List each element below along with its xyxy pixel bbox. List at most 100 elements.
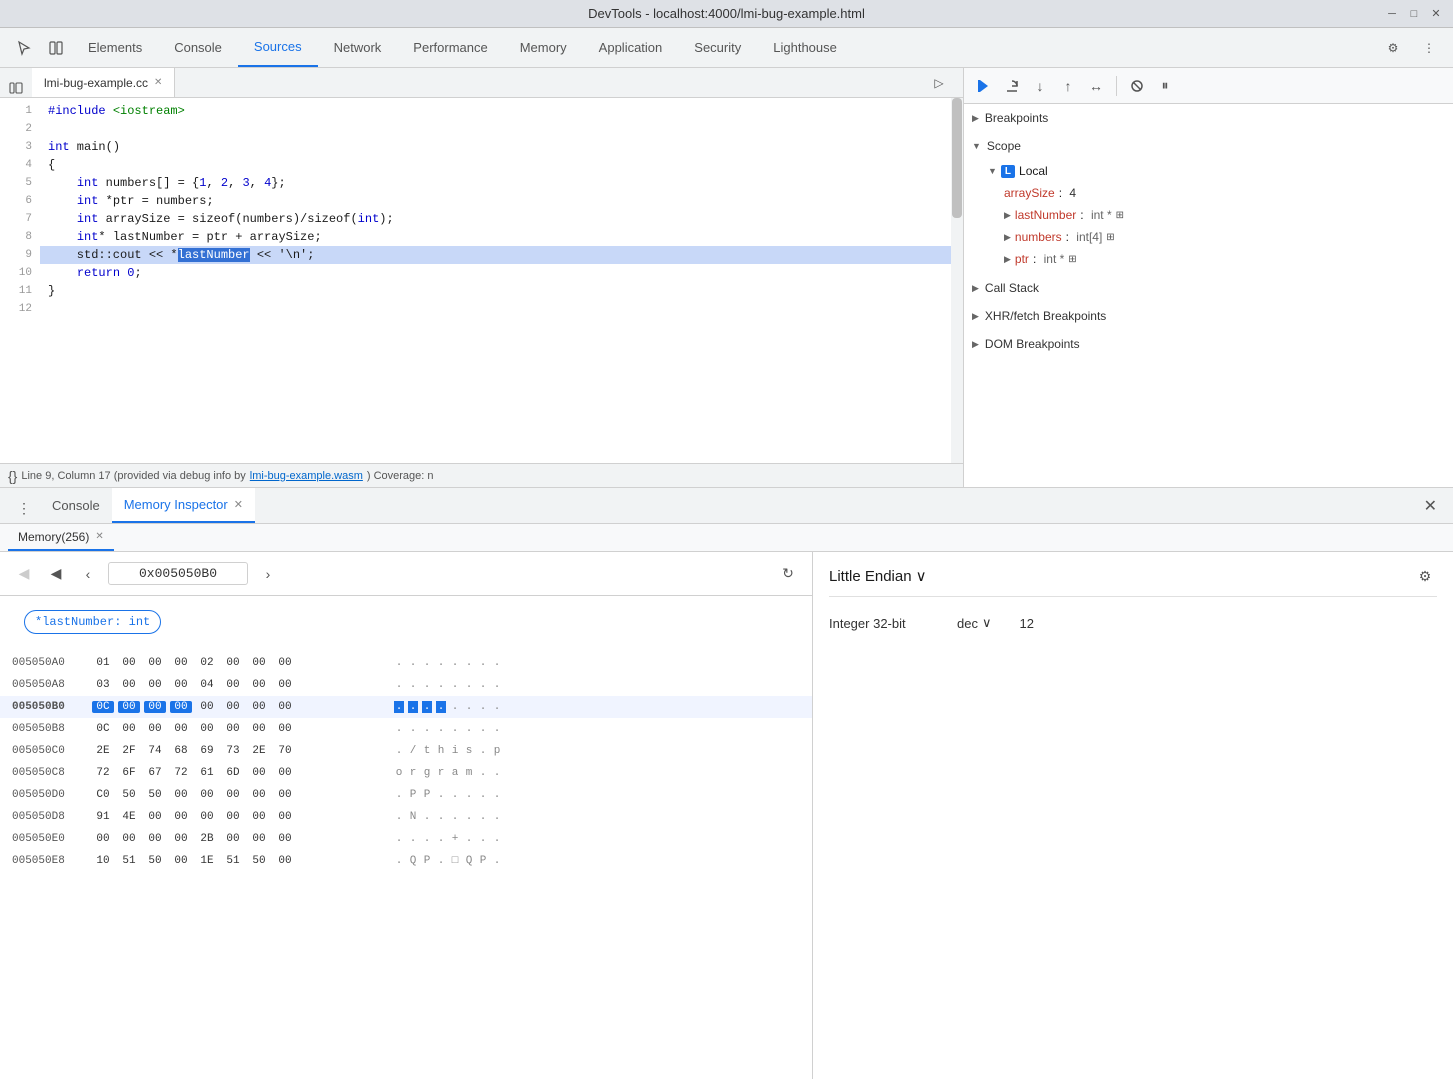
arraysize-key: arraySize bbox=[1004, 186, 1055, 200]
xhr-header[interactable]: ▶ XHR/fetch Breakpoints bbox=[964, 302, 1453, 330]
tab-sources[interactable]: Sources bbox=[238, 28, 318, 67]
mem-highlight-container: *lastNumber: int bbox=[0, 596, 812, 648]
console-tab-label: Console bbox=[52, 498, 100, 513]
maximize-button[interactable]: □ bbox=[1407, 7, 1421, 21]
lastnumber-sep: : bbox=[1080, 208, 1087, 222]
hex-ascii: ........ bbox=[394, 679, 502, 691]
bottom-tab-console[interactable]: Console bbox=[40, 488, 112, 523]
scope-numbers[interactable]: ▶ numbers : int[4] ⊞ bbox=[1000, 226, 1445, 248]
numbers-expand[interactable]: ▶ bbox=[1004, 232, 1011, 243]
mem-highlight-label: *lastNumber: int bbox=[24, 610, 161, 634]
xhr-label: XHR/fetch Breakpoints bbox=[985, 309, 1106, 323]
file-tab-label: lmi-bug-example.cc bbox=[44, 76, 148, 90]
deactivate-breakpoints-button[interactable] bbox=[1125, 74, 1149, 98]
code-line-10: return 0; bbox=[40, 264, 951, 282]
memory-inspector-tab-close[interactable]: ✕ bbox=[234, 498, 243, 511]
mem-prev-button[interactable]: ‹ bbox=[76, 562, 100, 586]
hex-addr: 005050D0 bbox=[12, 789, 92, 801]
mem-next-button[interactable]: › bbox=[256, 562, 280, 586]
endian-chevron-icon: ∨ bbox=[916, 567, 927, 585]
code-line-7: int arraySize = sizeof(numbers)/sizeof(i… bbox=[40, 210, 951, 228]
window-controls: ─ □ ✕ bbox=[1385, 7, 1443, 21]
nav-tabs: Elements Console Sources Network Perform… bbox=[0, 28, 1453, 68]
settings-icon[interactable]: ⚙ bbox=[1377, 28, 1409, 68]
status-bar: {} Line 9, Column 17 (provided via debug… bbox=[0, 463, 963, 487]
hex-bytes: 914E000000000000 bbox=[92, 811, 382, 823]
memory-tab-bar: Memory(256) ✕ bbox=[0, 524, 1453, 552]
bottom-tab-memory-inspector[interactable]: Memory Inspector ✕ bbox=[112, 488, 255, 523]
step-out-button[interactable]: ↑ bbox=[1056, 74, 1080, 98]
step-button[interactable]: ↔ bbox=[1084, 74, 1108, 98]
scope-header[interactable]: ▼ Scope bbox=[964, 132, 1453, 160]
tab-network[interactable]: Network bbox=[318, 28, 398, 67]
hex-row: 005050C0 2E2F746869732E70 ./this.p bbox=[0, 740, 812, 762]
code-scrollbar[interactable] bbox=[951, 98, 963, 463]
hex-ascii: .PP..... bbox=[394, 789, 502, 801]
mem-refresh-button[interactable]: ↻ bbox=[776, 562, 800, 586]
title-bar: DevTools - localhost:4000/lmi-bug-exampl… bbox=[0, 0, 1453, 28]
scope-local-header[interactable]: ▼ L Local bbox=[984, 160, 1445, 182]
hex-addr: 005050C0 bbox=[12, 745, 92, 757]
mem-back-button[interactable]: ◀ bbox=[12, 562, 36, 586]
memory-hex-area[interactable]: 005050A0 0100000002000000 ........ 00505… bbox=[0, 648, 812, 1079]
cursor-icon[interactable] bbox=[8, 28, 40, 68]
int-format-selector[interactable]: dec ∨ bbox=[953, 613, 995, 633]
lastnumber-expand[interactable]: ▶ bbox=[1004, 210, 1011, 221]
toolbar-separator bbox=[1116, 76, 1117, 96]
tab-console[interactable]: Console bbox=[158, 28, 238, 67]
mem-forward-button[interactable]: ◀ bbox=[44, 562, 68, 586]
file-tabs: lmi-bug-example.cc ✕ ▷ bbox=[0, 68, 963, 98]
hex-addr: 005050A0 bbox=[12, 657, 92, 669]
bottom-panel-icon[interactable]: ⋮ bbox=[8, 488, 40, 528]
minimize-button[interactable]: ─ bbox=[1385, 7, 1399, 21]
hex-bytes: 000000002B000000 bbox=[92, 833, 382, 845]
hex-ascii: .QP.□QP. bbox=[394, 855, 502, 867]
close-button[interactable]: ✕ bbox=[1429, 7, 1443, 21]
lastnumber-icon: ⊞ bbox=[1116, 210, 1124, 221]
ptr-expand[interactable]: ▶ bbox=[1004, 254, 1011, 265]
mem-address-input[interactable] bbox=[108, 562, 248, 585]
bottom-tab-bar: ⋮ Console Memory Inspector ✕ ✕ bbox=[0, 488, 1453, 524]
file-tab-close-icon[interactable]: ✕ bbox=[154, 77, 162, 88]
debugger-content: ▶ Breakpoints ▼ Scope ▼ L Local bbox=[964, 104, 1453, 487]
local-badge: L bbox=[1001, 165, 1015, 178]
step-over-button[interactable] bbox=[1000, 74, 1024, 98]
tab-application[interactable]: Application bbox=[583, 28, 679, 67]
callstack-label: Call Stack bbox=[985, 281, 1039, 295]
bottom-panel-close[interactable]: ✕ bbox=[1416, 488, 1445, 523]
memory-256-close[interactable]: ✕ bbox=[95, 531, 103, 542]
more-icon[interactable]: ⋮ bbox=[1413, 28, 1445, 68]
endian-selector[interactable]: Little Endian ∨ bbox=[829, 567, 927, 585]
numbers-icon: ⊞ bbox=[1106, 232, 1114, 243]
scope-ptr[interactable]: ▶ ptr : int * ⊞ bbox=[1000, 248, 1445, 270]
tab-lighthouse[interactable]: Lighthouse bbox=[757, 28, 853, 67]
breakpoints-header[interactable]: ▶ Breakpoints bbox=[964, 104, 1453, 132]
pause-exceptions-button[interactable]: ⏸ bbox=[1153, 74, 1177, 98]
hex-row: 005050D8 914E000000000000 .N...... bbox=[0, 806, 812, 828]
local-triangle: ▼ bbox=[988, 166, 997, 176]
code-panel: lmi-bug-example.cc ✕ ▷ 1 2 3 4 5 6 7 8 bbox=[0, 68, 963, 487]
hex-ascii: ........ bbox=[394, 657, 502, 669]
run-snippet-icon[interactable]: ▷ bbox=[923, 63, 955, 103]
memory-256-tab[interactable]: Memory(256) ✕ bbox=[8, 524, 114, 551]
code-line-4: { bbox=[40, 156, 951, 174]
wasm-link[interactable]: lmi-bug-example.wasm bbox=[250, 470, 363, 482]
scope-lastnumber[interactable]: ▶ lastNumber : int * ⊞ bbox=[1000, 204, 1445, 226]
tab-security[interactable]: Security bbox=[678, 28, 757, 67]
hex-addr: 005050E8 bbox=[12, 855, 92, 867]
memory-hex-panel: ◀ ◀ ‹ › ↻ *lastNumber: int 005050A0 bbox=[0, 552, 813, 1079]
tab-performance[interactable]: Performance bbox=[397, 28, 503, 67]
code-lines[interactable]: #include <iostream> int main() { int num… bbox=[40, 98, 951, 463]
resume-button[interactable] bbox=[972, 74, 996, 98]
hex-addr: 005050A8 bbox=[12, 679, 92, 691]
tab-elements[interactable]: Elements bbox=[72, 28, 158, 67]
endian-settings-icon[interactable]: ⚙ bbox=[1413, 564, 1437, 588]
code-line-2 bbox=[40, 120, 951, 138]
dom-header[interactable]: ▶ DOM Breakpoints bbox=[964, 330, 1453, 358]
tab-memory[interactable]: Memory bbox=[504, 28, 583, 67]
memory-256-label: Memory(256) bbox=[18, 530, 89, 544]
layout-icon[interactable] bbox=[40, 28, 72, 68]
callstack-header[interactable]: ▶ Call Stack bbox=[964, 274, 1453, 302]
file-tab-lmi[interactable]: lmi-bug-example.cc ✕ bbox=[32, 68, 175, 97]
step-into-button[interactable]: ↓ bbox=[1028, 74, 1052, 98]
